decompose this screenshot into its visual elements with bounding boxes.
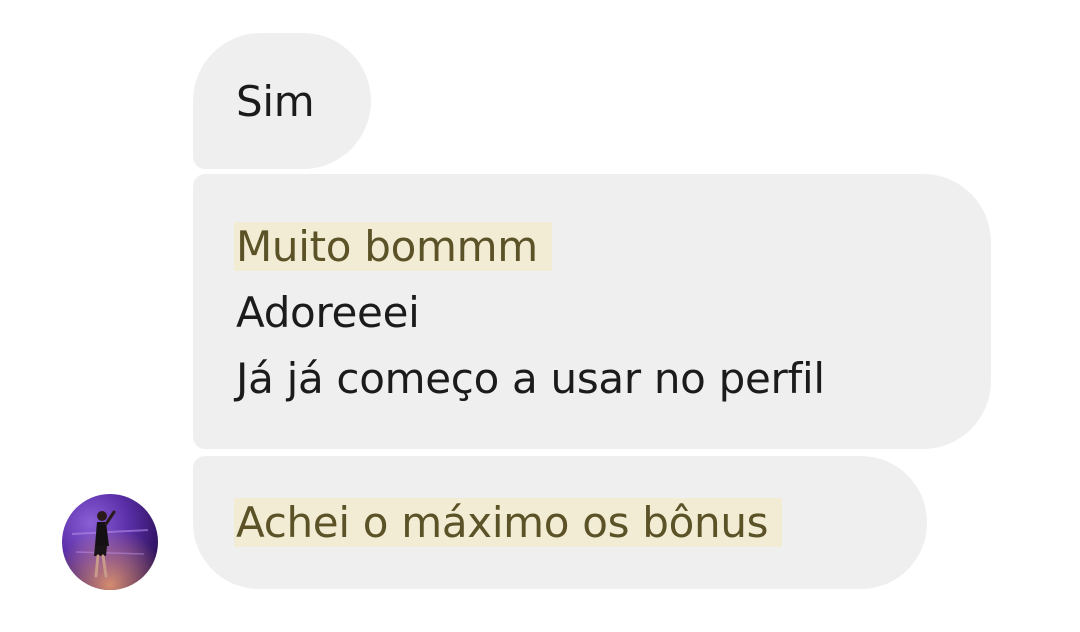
message-bubble[interactable]: Muito bommm Adoreeei Já já começo a usar… [193, 174, 991, 449]
person-photo-icon [62, 494, 158, 590]
avatar[interactable] [62, 494, 158, 590]
highlighted-text: Muito bommm [234, 222, 552, 271]
message-thread: Sim Muito bommm Adoreeei Já já começo a … [0, 0, 1080, 632]
message-bubble[interactable]: Achei o máximo os bônus [193, 456, 927, 589]
message-bubble[interactable]: Sim [193, 33, 371, 169]
message-text-line: Achei o máximo os bônus [234, 490, 927, 556]
message-text-line: Já já começo a usar no perfil [236, 354, 825, 403]
message-text-line: Muito bommm [234, 214, 991, 280]
highlighted-text: Achei o máximo os bônus [234, 498, 783, 547]
message-text: Sim [236, 77, 315, 126]
message-text-line: Adoreeei [236, 288, 420, 337]
